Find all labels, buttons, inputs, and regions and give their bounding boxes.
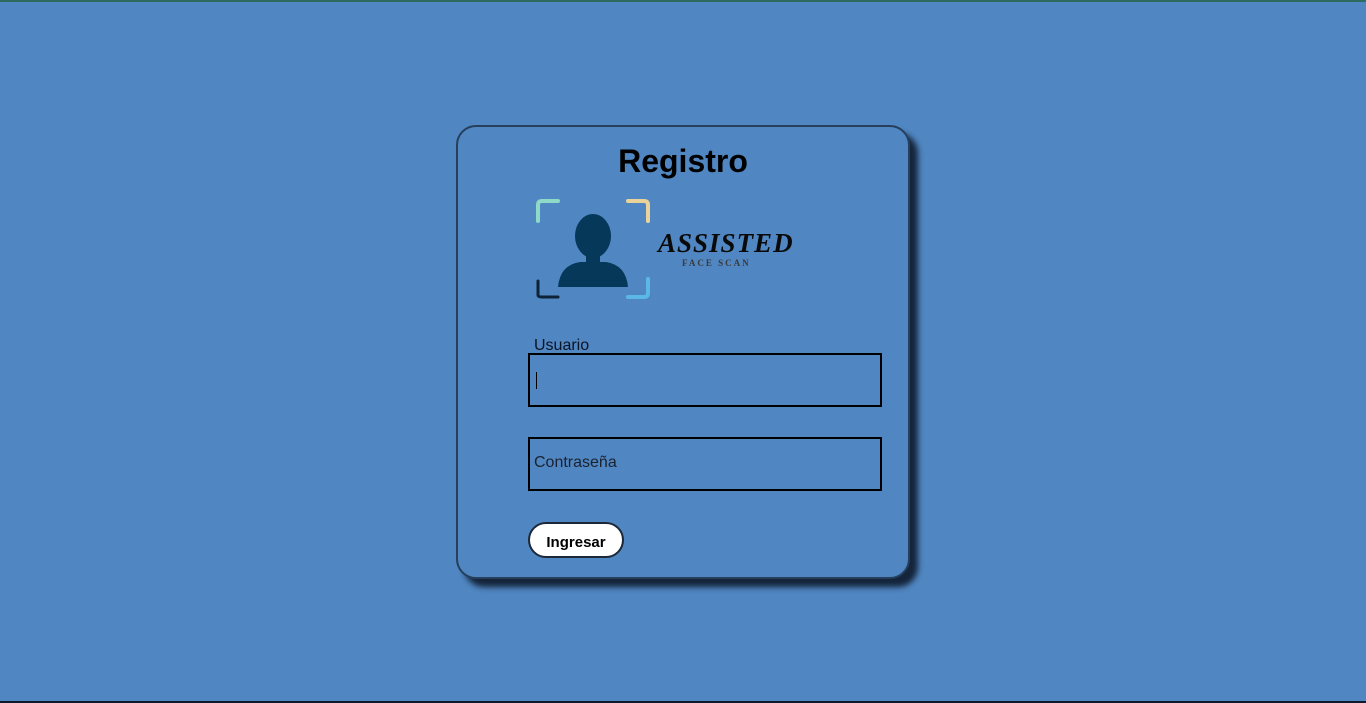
username-input[interactable] — [528, 353, 882, 407]
password-placeholder: Contraseña — [534, 454, 617, 471]
page-title: Registro — [618, 143, 748, 179]
text-caret — [536, 372, 537, 389]
assisted-logo: ASSISTED FACE SCAN — [536, 199, 816, 303]
top-border — [0, 0, 1366, 2]
face-scan-icon: ASSISTED FACE SCAN — [536, 199, 794, 299]
password-input[interactable]: Contraseña — [528, 437, 882, 491]
svg-text:ASSISTED: ASSISTED — [656, 228, 794, 258]
svg-text:FACE SCAN: FACE SCAN — [682, 258, 751, 268]
register-card: Registro ASSISTED FACE SCAN Usuario Cont… — [456, 125, 910, 579]
login-button[interactable]: Ingresar — [528, 522, 624, 558]
